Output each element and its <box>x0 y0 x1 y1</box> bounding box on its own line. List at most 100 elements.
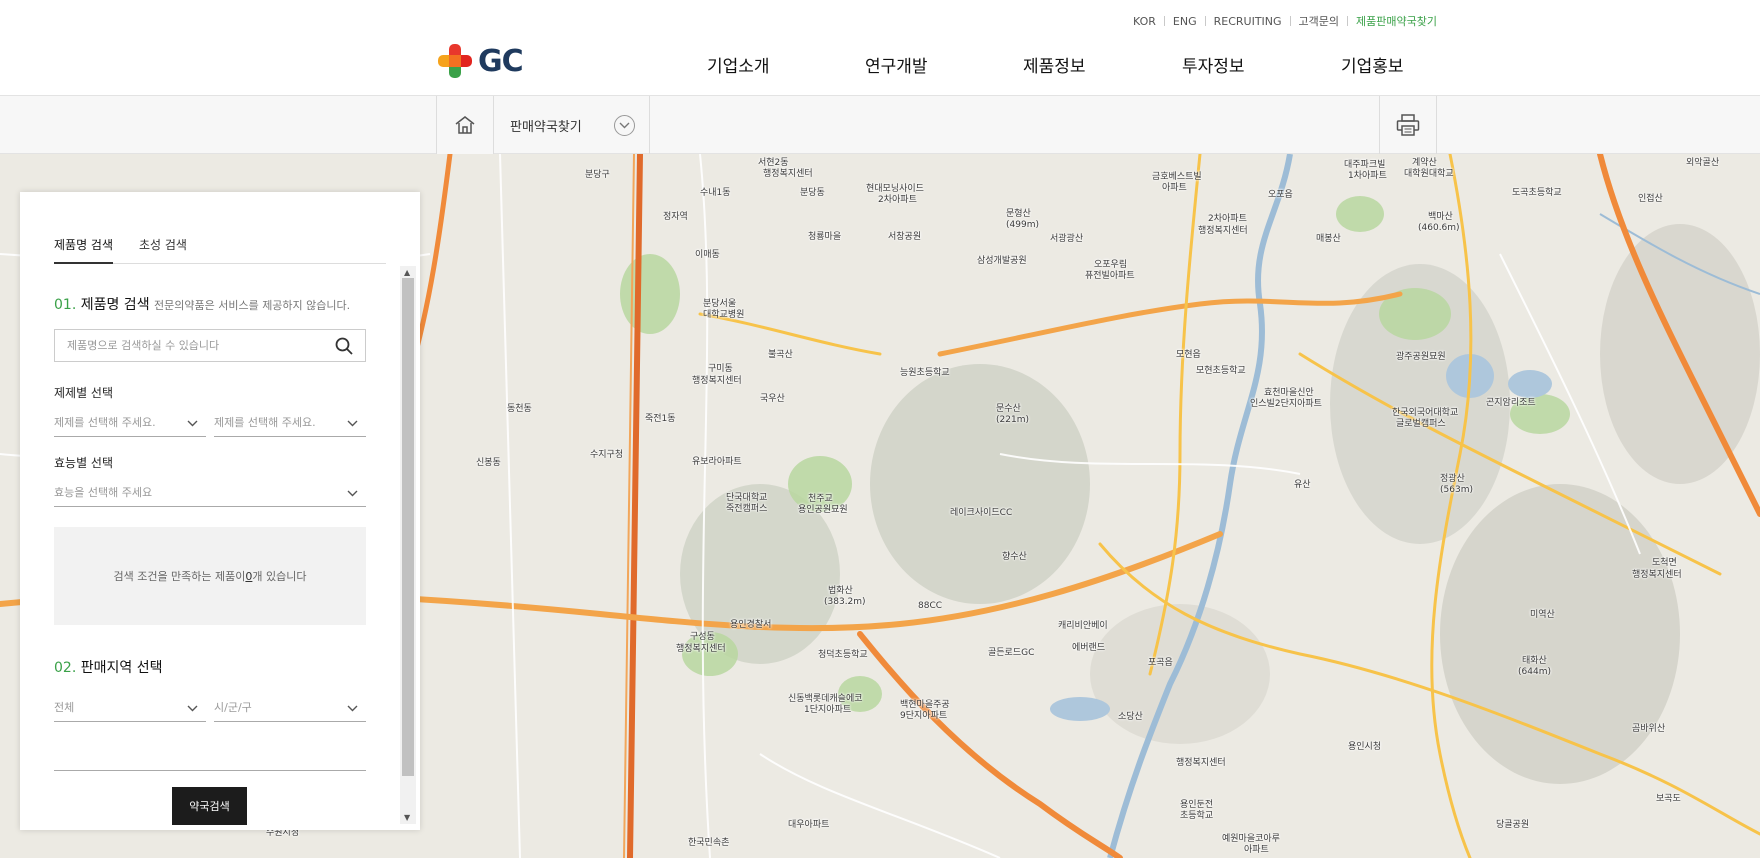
chevron-down-icon <box>347 702 358 715</box>
map-label: 행정복지센터 <box>763 169 813 179</box>
efficacy-select[interactable]: 효능을 선택해 주세요 <box>54 477 366 507</box>
utility-nav: KOR ENG RECRUITING 고객문의 제품판매약국찾기 <box>1125 13 1437 29</box>
nav-company[interactable]: 기업소개 <box>707 52 770 77</box>
map-label: 인접산 <box>1638 194 1663 204</box>
dosage-form-select-2[interactable]: 제제를 선택해 주세요. <box>214 407 366 437</box>
map-label: (644m) <box>1518 667 1551 677</box>
product-search-input[interactable] <box>55 330 325 361</box>
gc-logo[interactable]: GC <box>436 42 524 80</box>
map-label: 1차아파트 <box>1348 171 1387 181</box>
map-label: 행정복지센터 <box>676 644 726 654</box>
section1-title: 01. 제품명 검색 <box>54 294 150 314</box>
map-label: 수지구청 <box>590 450 624 460</box>
map-label: 태화산 <box>1522 656 1547 666</box>
map-label: 글로벌캠퍼스 <box>1396 419 1446 429</box>
map-label: 삼성개발공원 <box>977 256 1027 266</box>
util-link-pharmacy-finder[interactable]: 제품판매약국찾기 <box>1348 13 1437 29</box>
map-label: 용인경찰서 <box>730 620 772 630</box>
map-label: 9단지아파트 <box>900 711 948 721</box>
print-button[interactable] <box>1379 96 1437 154</box>
home-icon <box>455 116 475 134</box>
map-label: 능원초등학교 <box>900 368 950 378</box>
map-label: 서광광산 <box>1050 234 1084 244</box>
map-label: 유보라아파트 <box>692 457 742 467</box>
map-label: 1단지아파트 <box>804 705 852 715</box>
scroll-up-arrow-icon[interactable]: ▲ <box>404 268 410 277</box>
map-label: 단국대학교 <box>726 493 768 503</box>
efficacy-select-value: 효능을 선택해 주세요 <box>54 485 153 499</box>
nav-pr[interactable]: 기업홍보 <box>1341 52 1404 77</box>
map-label: 소당산 <box>1118 712 1143 722</box>
map-label: 보곡도 <box>1656 794 1681 804</box>
map-label: 광주공원묘원 <box>1396 352 1446 362</box>
map-label: 예원마을코아루 <box>1222 834 1280 844</box>
map-label: 불곡산 <box>768 350 793 360</box>
nav-investors[interactable]: 투자정보 <box>1182 52 1245 77</box>
scrollbar-thumb[interactable] <box>402 278 414 776</box>
search-tabs: 제품명 검색 초성 검색 <box>54 236 386 264</box>
gc-cross-icon <box>438 44 472 78</box>
map-label: 포곡읍 <box>1148 658 1173 668</box>
map-label: 캐리비안베이 <box>1058 621 1108 631</box>
map-label: 신동백롯데캐슬에코 <box>788 694 863 704</box>
map-label: 대주파크빌 <box>1344 160 1386 170</box>
map-label: 88CC <box>918 601 943 611</box>
section1-heading: 제품명 검색 <box>80 297 150 313</box>
map-label: 골든로드GC <box>988 648 1035 658</box>
section2-heading: 판매지역 선택 <box>80 660 163 676</box>
pharmacy-search-panel: 제품명 검색 초성 검색 ▲ ▼ 01. 제품명 검색 전문의약품은 서비스를 … <box>20 192 420 830</box>
page-select-dropdown[interactable]: 판매약국찾기 <box>494 96 650 154</box>
map-label: 모현읍 <box>1176 350 1201 360</box>
util-link-recruiting[interactable]: RECRUITING <box>1206 15 1290 28</box>
site-header: KOR ENG RECRUITING 고객문의 제품판매약국찾기 GC 기업소개… <box>0 0 1760 96</box>
map-label: 분당서울 <box>703 299 737 309</box>
map-label: 곤지암리조트 <box>1486 398 1536 408</box>
map-label: 죽전1동 <box>645 414 676 424</box>
map-label: 청룡마을 <box>808 232 842 242</box>
home-button[interactable] <box>436 96 494 154</box>
region-city-select[interactable]: 시/군/구 <box>214 692 366 722</box>
util-link-customer-inquiry[interactable]: 고객문의 <box>1291 13 1347 29</box>
panel-scrollbar[interactable]: ▲ ▼ <box>400 266 416 824</box>
map-label: 분당구 <box>585 170 610 180</box>
util-link-eng[interactable]: ENG <box>1165 15 1205 28</box>
map-label: 구성동 <box>690 632 715 642</box>
chevron-down-icon <box>347 487 358 500</box>
map-label: 백마산 <box>1428 212 1453 222</box>
map-label: 천주교 <box>808 494 833 504</box>
dosage-form-select-1-value: 제제를 선택해 주세요. <box>54 415 156 429</box>
region-province-select[interactable]: 전체 <box>54 692 206 722</box>
map-label: 용인시청 <box>1348 742 1382 752</box>
map-label: 미역산 <box>1530 610 1555 620</box>
scroll-down-arrow-icon[interactable]: ▼ <box>404 813 410 822</box>
result-text-after: 개 있습니다 <box>252 570 307 583</box>
map-label: 금호베스트빌 <box>1152 172 1202 182</box>
page-select-label: 판매약국찾기 <box>510 119 582 135</box>
map-label: 도척면 <box>1652 558 1677 568</box>
tab-product-name-search[interactable]: 제품명 검색 <box>54 236 114 264</box>
section1-number: 01. <box>54 297 77 313</box>
nav-research[interactable]: 연구개발 <box>865 52 928 77</box>
map-label: 퓨전빌아파트 <box>1085 271 1135 281</box>
util-link-kor[interactable]: KOR <box>1125 15 1164 28</box>
section2-number: 02. <box>54 660 77 676</box>
map-label: 문형산 <box>1006 209 1031 219</box>
map-label: 동천동 <box>507 404 532 414</box>
map-label area: 국우산 <box>760 394 785 404</box>
dosage-form-select-1[interactable]: 제제를 선택해 주세요. <box>54 407 206 437</box>
map-label: 정자역 <box>663 212 688 222</box>
region-city-value: 시/군/구 <box>214 700 252 714</box>
map-label: 2차아파트 <box>878 195 917 205</box>
map-label: 이매동 <box>695 250 720 260</box>
map-label: 용인공원묘원 <box>798 505 848 515</box>
efficacy-label: 효능별 선택 <box>54 456 114 470</box>
search-icon[interactable] <box>335 337 353 359</box>
map-label: 행정복지센터 <box>1632 570 1682 580</box>
pharmacy-search-button[interactable]: 약국검색 <box>172 787 247 825</box>
map-river <box>1107 154 1293 858</box>
tab-initial-consonant-search[interactable]: 초성 검색 <box>139 236 187 264</box>
map-label: 죽전캠퍼스 <box>726 504 768 514</box>
map-label: (499m) <box>1006 220 1039 230</box>
nav-products[interactable]: 제품정보 <box>1023 52 1086 77</box>
map-label: 법화산 <box>828 586 853 596</box>
